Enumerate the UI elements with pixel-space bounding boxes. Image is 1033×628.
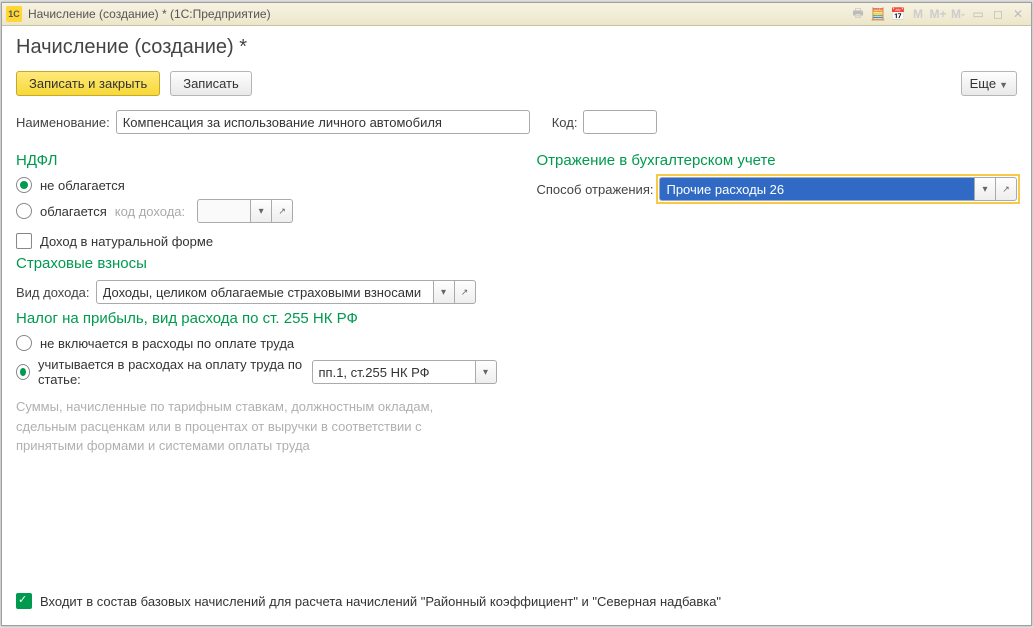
base-accruals-checkbox[interactable] <box>16 593 32 609</box>
natural-income-checkbox[interactable] <box>16 233 32 249</box>
calendar-icon[interactable]: 📅 <box>889 5 907 23</box>
article-input[interactable] <box>312 360 476 384</box>
ndfl-not-taxed-label: не облагается <box>40 178 125 193</box>
natural-income-label: Доход в натуральной форме <box>40 234 213 249</box>
chevron-down-icon: ▼ <box>999 80 1008 90</box>
save-button[interactable]: Записать <box>170 71 252 96</box>
base-accruals-label: Входит в состав базовых начислений для р… <box>40 594 721 609</box>
name-label: Наименование: <box>16 115 110 130</box>
article-dropdown-button[interactable]: ▾ <box>476 360 497 384</box>
memory-m-icon[interactable]: M <box>909 5 927 23</box>
reflection-method-input[interactable] <box>659 177 975 201</box>
name-row: Наименование: Код: <box>16 110 1017 134</box>
titlebar: 1C Начисление (создание) * (1С:Предприят… <box>2 3 1031 26</box>
form-body: Начисление (создание) * Записать и закры… <box>2 26 1031 625</box>
ndfl-taxed-label: облагается <box>40 204 107 219</box>
insurance-header: Страховые взносы <box>16 255 497 272</box>
included-radio[interactable] <box>16 364 30 380</box>
page-title: Начисление (создание) * <box>16 36 1017 59</box>
profit-tax-description: Суммы, начисленные по тарифным ставкам, … <box>16 397 476 456</box>
not-included-radio[interactable] <box>16 335 32 351</box>
profit-tax-header: Налог на прибыль, вид расхода по ст. 255… <box>16 310 497 327</box>
included-label: учитывается в расходах на оплату труда п… <box>38 357 304 387</box>
more-button[interactable]: Еще▼ <box>961 71 1017 96</box>
income-type-open-button[interactable]: ↗ <box>455 280 476 304</box>
ndfl-header: НДФЛ <box>16 152 497 169</box>
income-type-input[interactable] <box>96 280 434 304</box>
income-type-dropdown-button[interactable]: ▾ <box>434 280 455 304</box>
code-label: Код: <box>552 115 578 130</box>
income-type-label: Вид дохода: <box>16 285 90 300</box>
not-included-label: не включается в расходы по оплате труда <box>40 336 294 351</box>
maximize-icon[interactable]: ◻ <box>989 5 1007 23</box>
close-icon[interactable]: ✕ <box>1009 5 1027 23</box>
footer: Входит в состав базовых начислений для р… <box>16 577 1017 615</box>
reflection-method-open-button[interactable]: ↗ <box>996 177 1017 201</box>
ndfl-taxed-radio[interactable] <box>16 203 32 219</box>
income-code-open-button[interactable]: ↗ <box>272 199 293 223</box>
window-title: Начисление (создание) * (1С:Предприятие) <box>28 7 271 21</box>
minimize-icon[interactable]: ▭ <box>969 5 987 23</box>
ndfl-not-taxed-radio[interactable] <box>16 177 32 193</box>
right-column: Отражение в бухгалтерском учете Способ о… <box>537 146 1018 456</box>
reflection-method-label: Способ отражения: <box>537 182 654 197</box>
income-code-input <box>197 199 251 223</box>
memory-mminus-icon[interactable]: M- <box>949 5 967 23</box>
reflection-method-dropdown-button[interactable]: ▾ <box>975 177 996 201</box>
name-input[interactable] <box>116 110 530 134</box>
memory-mplus-icon[interactable]: M+ <box>929 5 947 23</box>
print-icon[interactable]: 🖶 <box>849 5 867 23</box>
income-code-dropdown-button[interactable]: ▾ <box>251 199 272 223</box>
code-input[interactable] <box>583 110 657 134</box>
calculator-icon[interactable]: 🧮 <box>869 5 887 23</box>
toolbar: Записать и закрыть Записать Еще▼ <box>16 71 1017 96</box>
income-code-label: код дохода: <box>115 204 185 219</box>
save-and-close-button[interactable]: Записать и закрыть <box>16 71 160 96</box>
left-column: НДФЛ не облагается облагается код дохода… <box>16 146 497 456</box>
accounting-header: Отражение в бухгалтерском учете <box>537 152 1018 169</box>
window: 1C Начисление (создание) * (1С:Предприят… <box>1 2 1032 626</box>
app-logo: 1C <box>6 6 22 22</box>
